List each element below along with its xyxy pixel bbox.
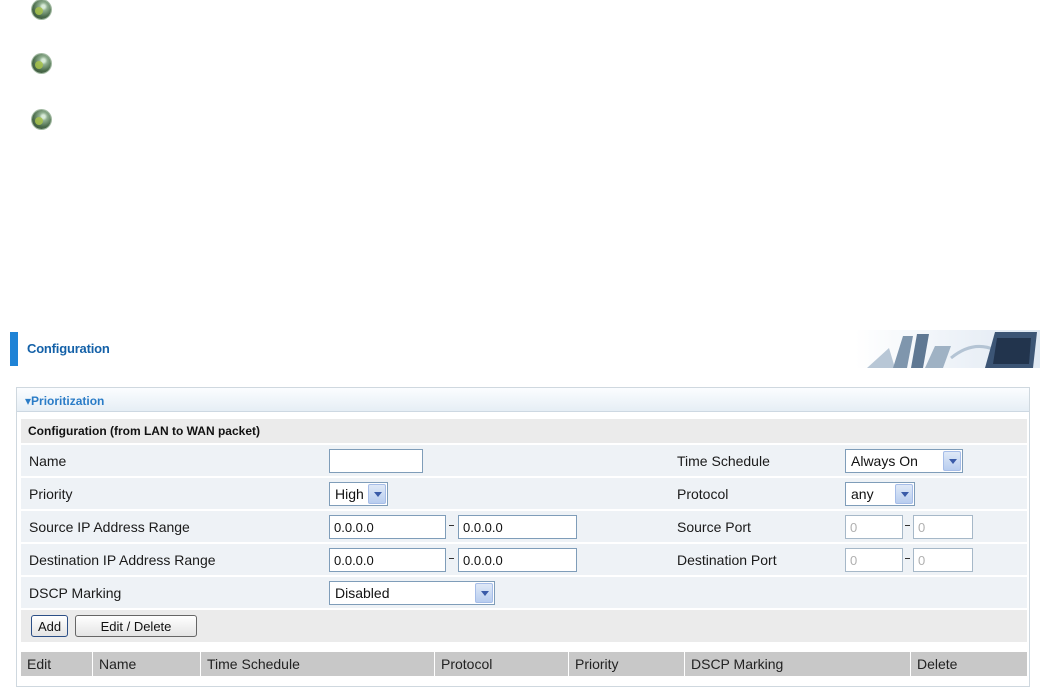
form-row-dscp: DSCP Marking Disabled <box>21 577 1027 608</box>
priority-value: High <box>335 486 364 502</box>
form-row-name: Name Time Schedule Always On <box>21 445 1027 476</box>
protocol-value: any <box>851 486 874 502</box>
column-header-edit: Edit <box>21 652 93 676</box>
bullet-icon <box>32 110 51 129</box>
form-subtitle: Configuration (from LAN to WAN packet) <box>28 424 260 438</box>
source-ip-start-input[interactable] <box>329 515 446 539</box>
dscp-label: DSCP Marking <box>29 585 122 601</box>
dropdown-arrow-icon[interactable] <box>895 484 913 504</box>
column-header-delete: Delete <box>917 656 958 672</box>
column-header-priority: Priority <box>569 652 685 676</box>
destination-port-end-input[interactable] <box>913 548 973 572</box>
range-dash <box>905 525 910 526</box>
time-schedule-label: Time Schedule <box>677 453 770 469</box>
source-port-end-input[interactable] <box>913 515 973 539</box>
source-ip-end-input[interactable] <box>458 515 577 539</box>
column-header-dscp-marking: DSCP Marking <box>685 652 911 676</box>
column-header-name: Name <box>93 652 201 676</box>
dropdown-arrow-icon[interactable] <box>943 451 961 471</box>
add-button[interactable]: Add <box>31 615 69 637</box>
header-banner-image <box>855 330 1040 368</box>
protocol-label: Protocol <box>677 486 729 502</box>
protocol-select[interactable]: any <box>845 482 915 506</box>
destination-port-start-input[interactable] <box>845 548 903 572</box>
destination-ip-start-input[interactable] <box>329 548 446 572</box>
destination-port-label: Destination Port <box>677 552 777 568</box>
name-label: Name <box>29 453 67 469</box>
source-ip-label: Source IP Address Range <box>29 519 190 535</box>
dropdown-arrow-icon[interactable] <box>368 484 386 504</box>
section-title: Prioritization <box>31 394 105 408</box>
column-header-time-schedule: Time Schedule <box>201 652 435 676</box>
configuration-header: Configuration <box>10 326 1040 370</box>
section-header[interactable]: ▾Prioritization <box>17 388 1029 412</box>
bullet-icon <box>32 54 51 73</box>
prioritization-panel: ▾Prioritization Configuration (from LAN … <box>16 387 1030 687</box>
time-schedule-select[interactable]: Always On <box>845 449 963 473</box>
source-port-start-input[interactable] <box>845 515 903 539</box>
time-schedule-value: Always On <box>851 453 918 469</box>
range-dash <box>449 558 454 559</box>
page-title: Configuration <box>27 341 110 356</box>
form-row-destination: Destination IP Address Range Destination… <box>21 544 1027 575</box>
rules-table-header: Edit Name Time Schedule Protocol Priorit… <box>21 652 1027 676</box>
form-row-source: Source IP Address Range Source Port <box>21 511 1027 542</box>
destination-ip-end-input[interactable] <box>458 548 577 572</box>
priority-select[interactable]: High <box>329 482 388 506</box>
range-dash <box>905 558 910 559</box>
destination-ip-label: Destination IP Address Range <box>29 552 216 568</box>
name-input[interactable] <box>329 449 423 473</box>
priority-label: Priority <box>29 486 73 502</box>
dropdown-arrow-icon[interactable] <box>475 583 493 603</box>
header-accent-bar <box>10 332 18 366</box>
edit-delete-button[interactable]: Edit / Delete <box>75 615 197 637</box>
dscp-value: Disabled <box>335 585 390 601</box>
source-port-label: Source Port <box>677 519 751 535</box>
form-row-priority: Priority High Protocol any <box>21 478 1027 509</box>
dscp-select[interactable]: Disabled <box>329 581 495 605</box>
range-dash <box>449 525 454 526</box>
action-bar: Add Edit / Delete <box>21 610 1027 642</box>
column-header-protocol: Protocol <box>435 652 569 676</box>
bullet-icon <box>32 0 51 19</box>
form-subtitle-bar: Configuration (from LAN to WAN packet) <box>21 419 1027 443</box>
